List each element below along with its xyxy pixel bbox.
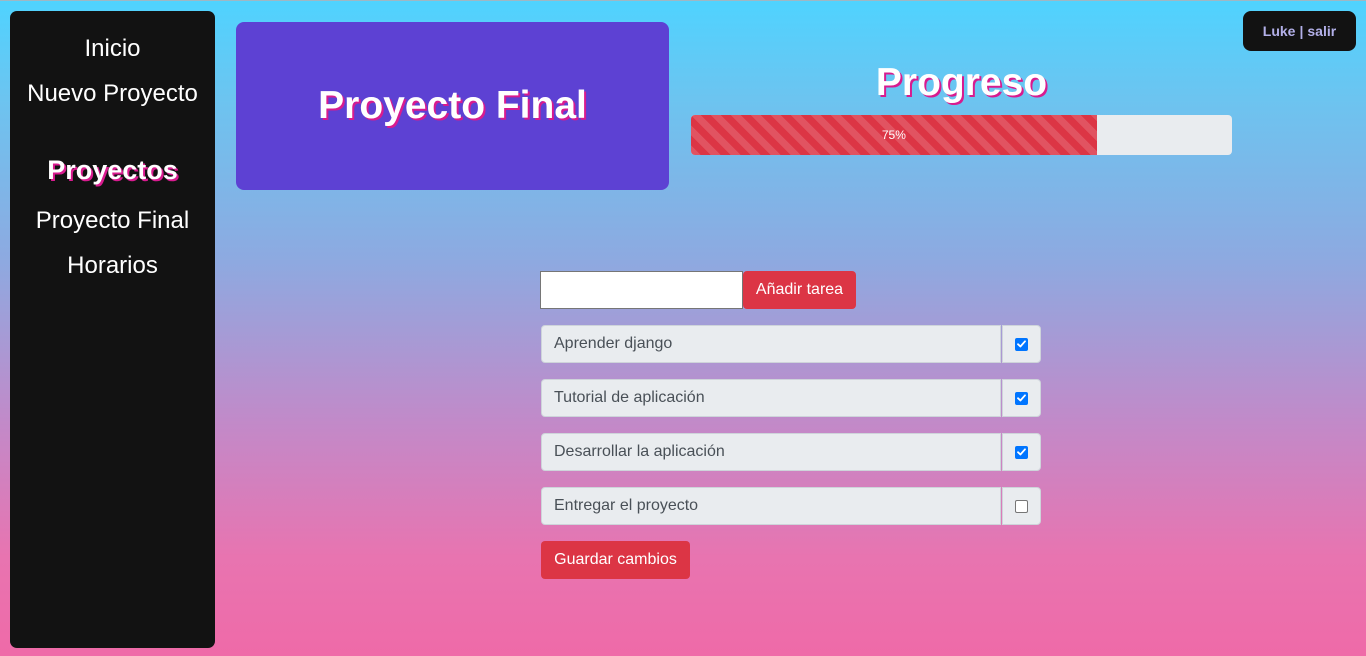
- save-changes-button[interactable]: Guardar cambios: [541, 541, 690, 579]
- task-label: Tutorial de aplicación: [541, 379, 1001, 417]
- nav-link-inicio[interactable]: Inicio: [10, 35, 215, 63]
- task-row: Desarrollar la aplicación: [541, 433, 1041, 471]
- task-checkbox-cell: [1002, 379, 1041, 417]
- top-border: [0, 0, 1366, 1]
- nav-link-nuevo-proyecto[interactable]: Nuevo Proyecto: [10, 80, 215, 108]
- task-checkbox-cell: [1002, 433, 1041, 471]
- task-row: Entregar el proyecto: [541, 487, 1041, 525]
- projects-heading: Proyectos: [47, 155, 178, 185]
- progress-label: 75%: [881, 128, 906, 142]
- logout-link[interactable]: salir: [1307, 23, 1336, 39]
- nav-link-proyecto-final[interactable]: Proyecto Final: [10, 207, 215, 235]
- task-label: Aprender django: [541, 325, 1001, 363]
- progress-bar: 75%: [691, 115, 1232, 155]
- task-checkbox-cell: [1002, 487, 1041, 525]
- task-checkbox[interactable]: [1015, 499, 1028, 513]
- new-task-input[interactable]: [540, 271, 743, 309]
- task-checkbox-cell: [1002, 325, 1041, 363]
- add-task-button[interactable]: Añadir tarea: [743, 271, 856, 309]
- sidebar: Inicio Nuevo Proyecto Proyectos Proyecto…: [10, 11, 215, 648]
- task-label: Desarrollar la aplicación: [541, 433, 1001, 471]
- task-checkbox[interactable]: [1015, 445, 1028, 459]
- task-label: Entregar el proyecto: [541, 487, 1001, 525]
- task-row: Aprender django: [541, 325, 1041, 363]
- task-checkbox[interactable]: [1015, 391, 1028, 405]
- progress-title: Progreso: [875, 61, 1048, 104]
- username: Luke: [1262, 23, 1296, 39]
- project-title: Proyecto Final: [318, 84, 587, 127]
- user-separator: |: [1299, 23, 1304, 39]
- project-title-card: Proyecto Final: [236, 22, 669, 190]
- task-row: Tutorial de aplicación: [541, 379, 1041, 417]
- progress-bar-fill: 75%: [691, 115, 1097, 155]
- task-checkbox[interactable]: [1015, 337, 1028, 351]
- nav-link-horarios[interactable]: Horarios: [10, 252, 215, 280]
- user-menu: Luke | salir: [1243, 11, 1356, 51]
